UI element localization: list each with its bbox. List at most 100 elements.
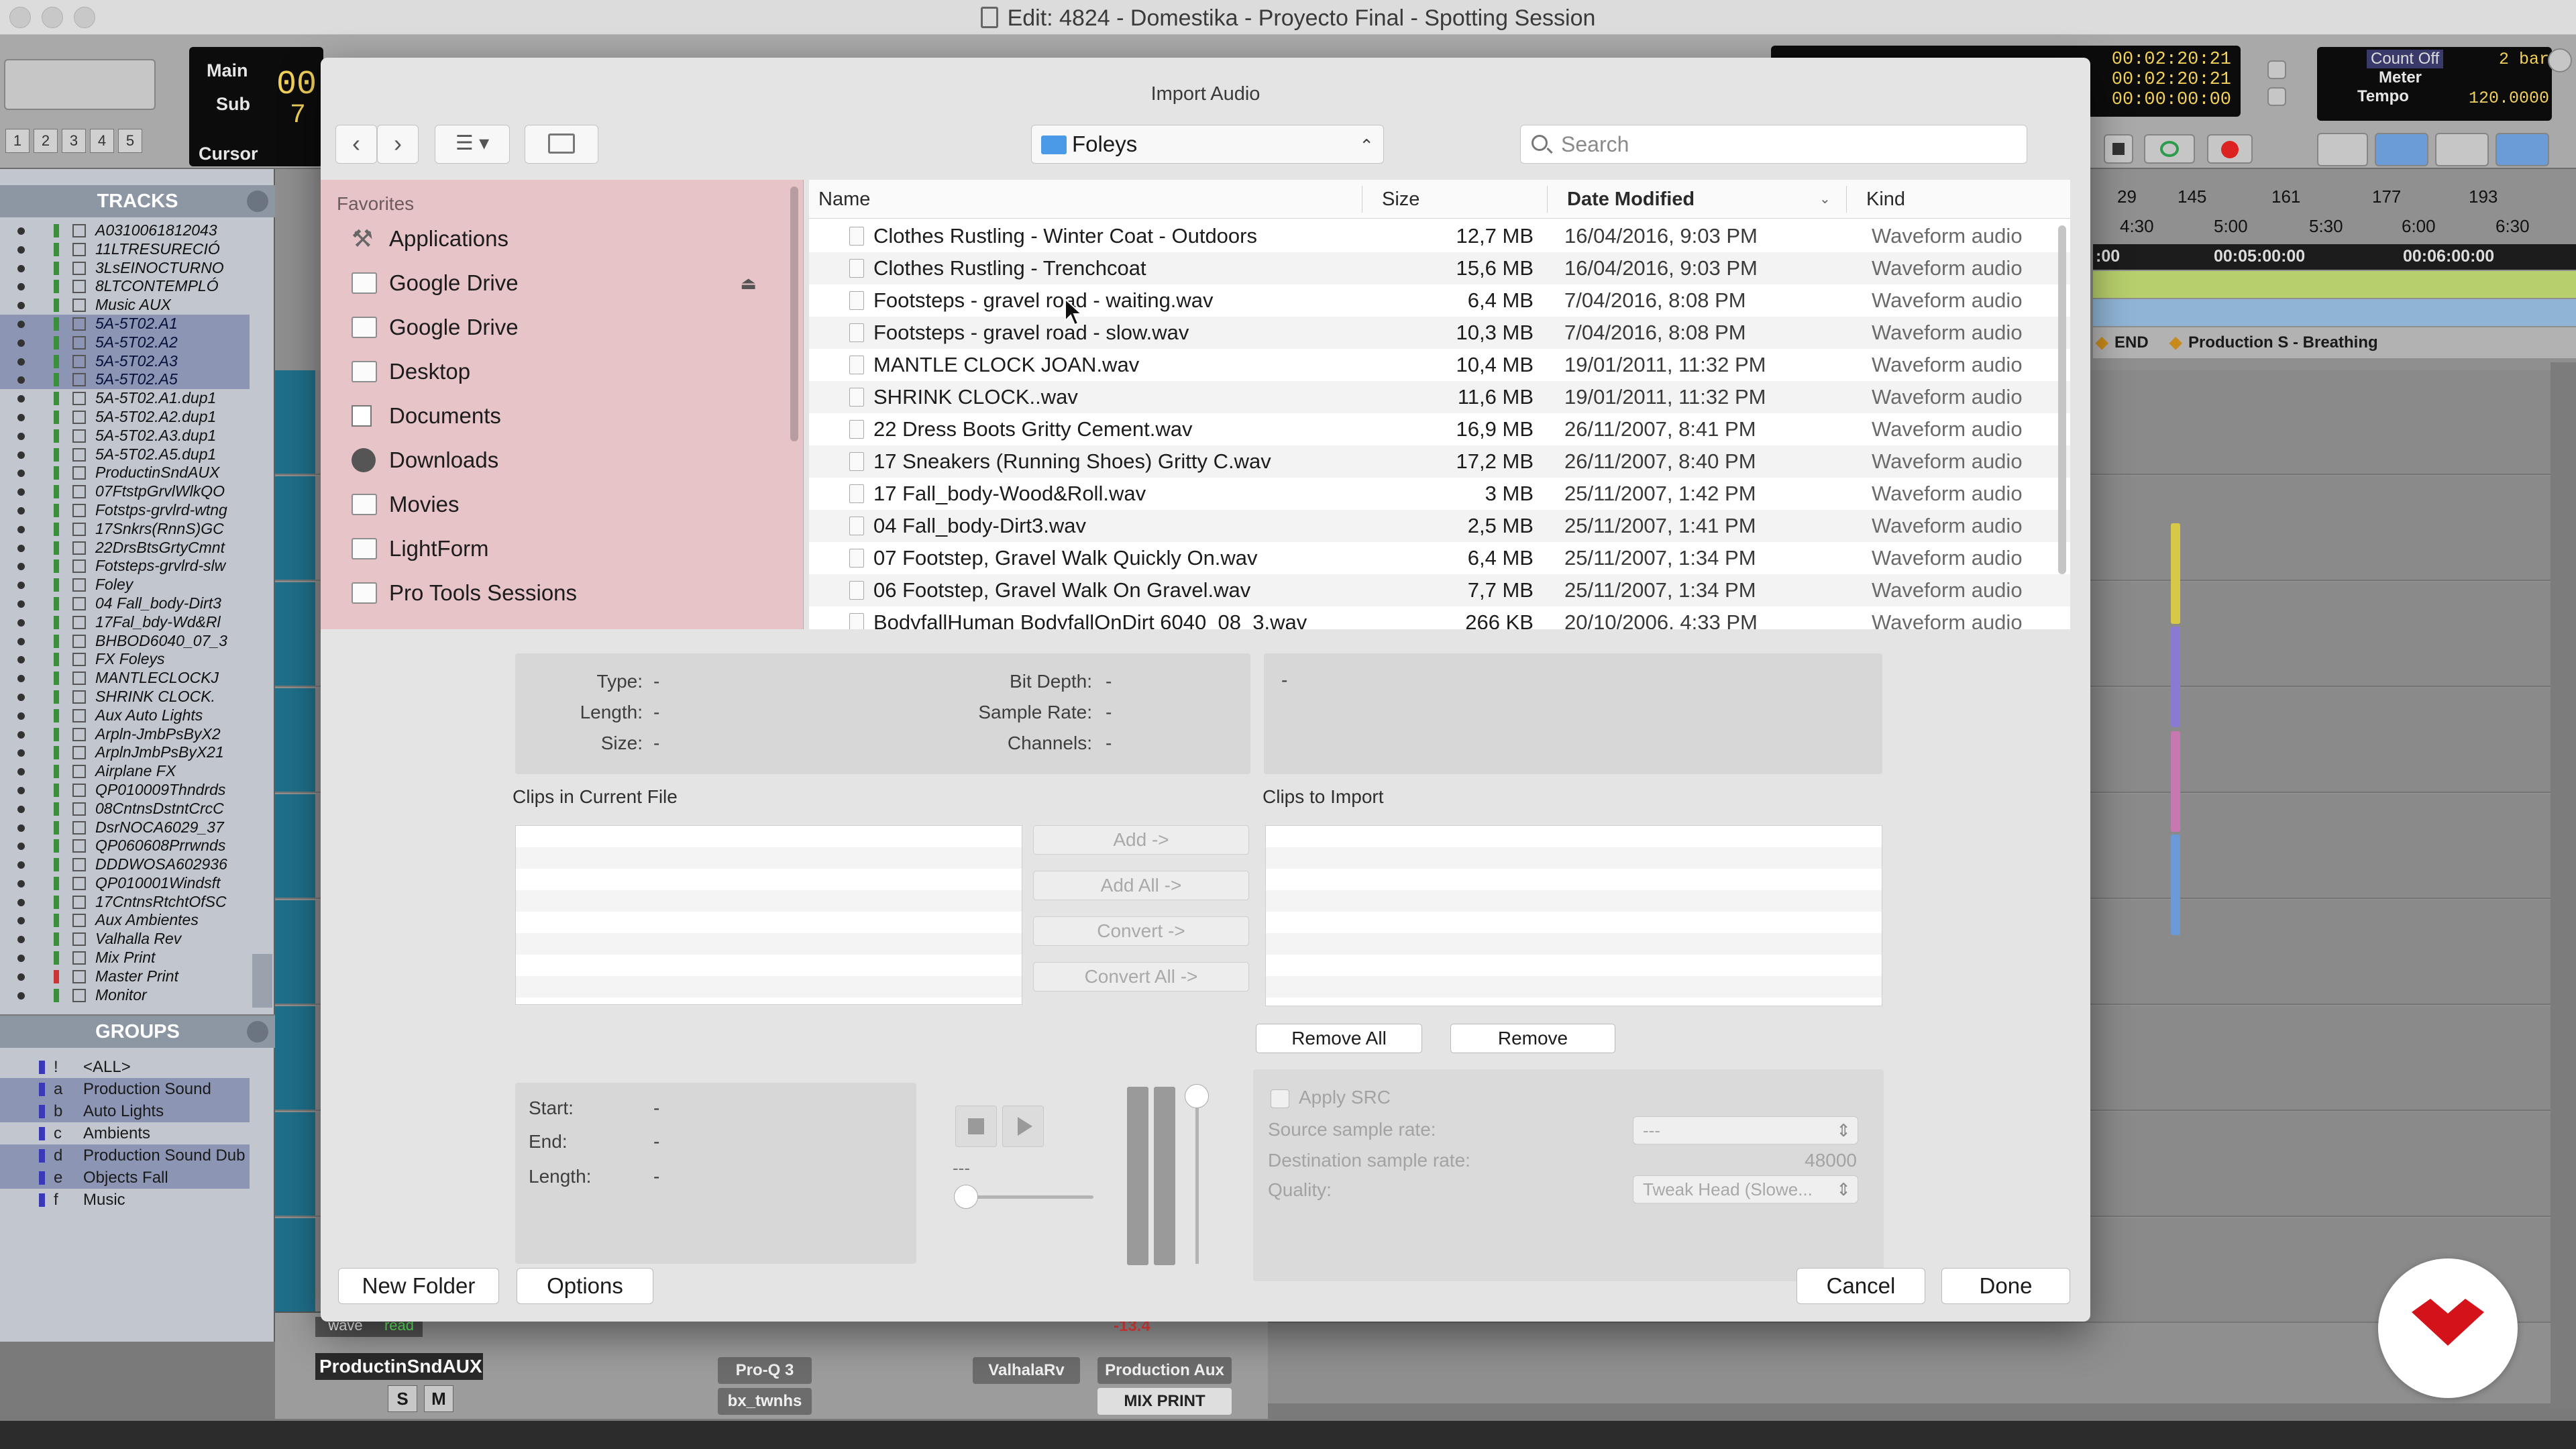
toolbar-option-2[interactable]	[2267, 87, 2286, 106]
nudge-button-5[interactable]: 5	[118, 129, 142, 153]
solo-button[interactable]: S	[388, 1385, 417, 1412]
mute-button[interactable]: M	[424, 1385, 453, 1412]
volume-slider-knob[interactable]	[1185, 1084, 1209, 1108]
track-item[interactable]: A0310061812043	[0, 221, 250, 240]
track-item[interactable]: Foley	[0, 576, 250, 594]
audio-clip[interactable]	[2171, 835, 2180, 935]
track-item[interactable]: QP060608Prrwnds	[0, 837, 250, 855]
new-folder-icon-button[interactable]	[525, 125, 598, 164]
convert-button[interactable]: Convert ->	[1033, 916, 1249, 946]
track-item[interactable]: 11LTRESURECIÓ	[0, 240, 250, 259]
track-item[interactable]: 5A-5T02.A3	[0, 352, 250, 371]
marker-production-breathing[interactable]: Production S - Breathing	[2188, 327, 2378, 358]
file-row[interactable]: 07 Footstep, Gravel Walk Quickly On.wav 6…	[809, 542, 2070, 574]
conductor-button[interactable]	[2496, 133, 2549, 166]
volume-slider-track[interactable]	[1195, 1092, 1199, 1264]
track-item[interactable]: QP010001Windsft	[0, 874, 250, 893]
nudge-button-2[interactable]: 2	[34, 129, 58, 153]
nudge-button-3[interactable]: 3	[62, 129, 86, 153]
file-row[interactable]: Clothes Rustling - Trenchcoat 15,6 MB 16/0…	[809, 252, 2070, 284]
remove-all-button[interactable]: Remove All	[1256, 1024, 1422, 1053]
apply-src-checkbox[interactable]	[1271, 1089, 1289, 1108]
file-row[interactable]: 06 Footstep, Gravel Walk On Gravel.wav 7,…	[809, 574, 2070, 606]
source-sample-rate-popup[interactable]: --- ⇕	[1633, 1116, 1858, 1144]
selection-start[interactable]: 00:02:20:21	[2104, 50, 2231, 70]
sidebar-item-downloads[interactable]: Downloads	[321, 440, 790, 480]
selection-end[interactable]: 00:02:20:21	[2104, 70, 2231, 90]
remove-button[interactable]: Remove	[1450, 1024, 1615, 1053]
clips-in-current-file-list[interactable]	[515, 825, 1022, 1005]
track-item[interactable]: 17Fal_bdy-Wd&Rl	[0, 613, 250, 632]
clips-to-import-list[interactable]	[1265, 825, 1882, 1006]
group-item[interactable]: f Music	[0, 1189, 250, 1211]
send-valhala-rv[interactable]: ValhalaRv	[973, 1357, 1080, 1384]
track-item[interactable]: 5A-5T02.A3.dup1	[0, 427, 250, 445]
sidebar-item-movies[interactable]: Movies	[321, 484, 790, 525]
loop-button[interactable]	[2144, 134, 2195, 164]
sidebar-item-desktop[interactable]: Desktop	[321, 352, 790, 392]
track-item[interactable]: MANTLECLOCKJ	[0, 669, 250, 688]
groups-panel-header[interactable]: GROUPS	[0, 1016, 275, 1048]
count-off-button[interactable]: Count Off	[2367, 50, 2444, 68]
track-item[interactable]: ArplnJmbPsByX21	[0, 743, 250, 762]
tracks-scrollbar[interactable]	[252, 954, 272, 1008]
file-row[interactable]: 17 Fall_body-Wood&Roll.wav 3 MB 25/11/2007…	[809, 478, 2070, 510]
midi-merge-button[interactable]	[2435, 133, 2489, 166]
track-item[interactable]: 8LTCONTEMPLÓ	[0, 277, 250, 296]
done-button[interactable]: Done	[1941, 1268, 2070, 1304]
sidebar-item-applications[interactable]: ⚒ Applications	[321, 219, 790, 259]
toolbar-option-1[interactable]	[2267, 60, 2286, 79]
add-all-button[interactable]: Add All ->	[1033, 871, 1249, 900]
groups-menu-icon[interactable]	[247, 1021, 268, 1042]
file-row[interactable]: 17 Sneakers (Running Shoes) Gritty C.wav…	[809, 445, 2070, 478]
group-item[interactable]: c Ambients	[0, 1122, 250, 1144]
search-field[interactable]: Search	[1520, 125, 2027, 164]
file-list-scrollbar[interactable]	[2058, 225, 2066, 574]
main-counter[interactable]: Main Sub Cursor 00 7	[189, 47, 323, 166]
sidebar-item-google-drive-2[interactable]: Google Drive	[321, 307, 790, 347]
track-item[interactable]: Fotsteps-grvlrd-slw	[0, 557, 250, 576]
add-button[interactable]: Add ->	[1033, 825, 1249, 855]
group-item[interactable]: b Auto Lights	[0, 1100, 250, 1122]
file-row[interactable]: 04 Fall_body-Dirt3.wav 2,5 MB 25/11/2007, …	[809, 510, 2070, 542]
track-item[interactable]: Mix Print	[0, 949, 250, 967]
sidebar-scrollbar[interactable]	[790, 186, 798, 441]
file-row[interactable]: Footsteps - gravel road - waiting.wav 6,4…	[809, 284, 2070, 317]
track-item[interactable]: Monitor	[0, 986, 250, 1005]
column-header-size[interactable]: Size	[1382, 180, 1419, 219]
marker-end[interactable]: END	[2114, 327, 2149, 358]
tempo-label[interactable]: Tempo	[2357, 87, 2409, 106]
track-item[interactable]: BHBOD6040_07_3	[0, 632, 250, 651]
track-item[interactable]: Airplane FX	[0, 762, 250, 781]
view-options-button[interactable]: ☰ ▾	[435, 125, 510, 164]
nudge-button-1[interactable]: 1	[5, 129, 30, 153]
track-item[interactable]: Fotstps-grvlrd-wtng	[0, 501, 250, 520]
track-item[interactable]: 5A-5T02.A1	[0, 314, 250, 333]
column-header-name[interactable]: Name	[818, 180, 870, 219]
track-item[interactable]: 08CntnsDstntCrcC	[0, 800, 250, 818]
track-item[interactable]: 17CntnsRtchtOfSC	[0, 893, 250, 912]
stop-button[interactable]	[2104, 134, 2133, 164]
track-item[interactable]: 5A-5T02.A2.dup1	[0, 408, 250, 427]
edit-vertical-scrollbar[interactable]	[2551, 362, 2576, 1409]
new-folder-button[interactable]: New Folder	[338, 1268, 499, 1304]
track-item[interactable]: Valhalla Rev	[0, 930, 250, 949]
file-row[interactable]: SHRINK CLOCK..wav 11,6 MB 19/01/2011, 11:3…	[809, 381, 2070, 413]
audio-clip[interactable]	[2171, 731, 2180, 832]
preview-stop-button[interactable]	[955, 1106, 997, 1147]
quality-popup[interactable]: Tweak Head (Slowe... ⇕	[1633, 1175, 1858, 1203]
file-row[interactable]: Footsteps - gravel road - slow.wav 10,3 M…	[809, 317, 2070, 349]
preview-scrub-track[interactable]	[966, 1195, 1093, 1199]
track-item[interactable]: ProductinSndAUX	[0, 464, 250, 482]
convert-all-button[interactable]: Convert All ->	[1033, 962, 1249, 991]
preview-play-button[interactable]	[1002, 1106, 1044, 1147]
tracks-panel-header[interactable]: TRACKS	[0, 185, 275, 217]
column-header-kind[interactable]: Kind	[1866, 180, 1905, 219]
insert-pro-q3[interactable]: Pro-Q 3	[718, 1357, 812, 1384]
column-header-date-modified[interactable]: Date Modified	[1567, 180, 1695, 219]
file-row[interactable]: 22 Dress Boots Gritty Cement.wav 16,9 MB 2…	[809, 413, 2070, 445]
track-item[interactable]: 17Snkrs(RnnS)GC	[0, 520, 250, 539]
track-item[interactable]: QP010009Thndrds	[0, 781, 250, 800]
track-item[interactable]: 3LsEINOCTURNO	[0, 259, 250, 278]
output-mix-print[interactable]: MIX PRINT	[1097, 1388, 1232, 1415]
